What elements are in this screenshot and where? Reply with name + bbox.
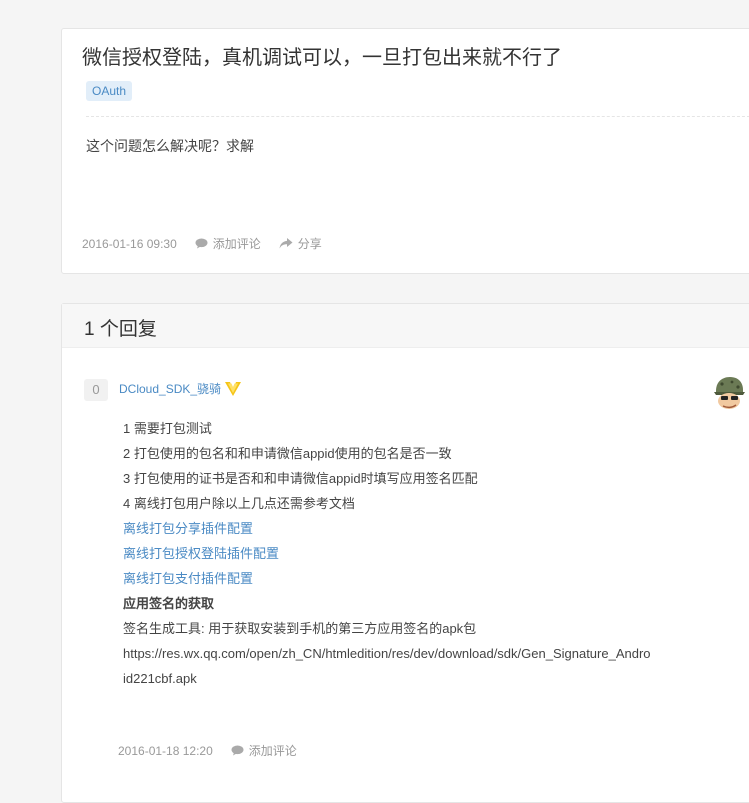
answer-add-comment-link[interactable]: 添加评论 [231, 742, 297, 759]
answer-date: 2016-01-18 12:20 [118, 743, 213, 758]
answer-line: 4 离线打包用户除以上几点还需参考文档 [123, 496, 355, 511]
signature-url: https://res.wx.qq.com/open/zh_CN/htmledi… [123, 646, 651, 686]
question-title: 微信授权登陆，真机调试可以，一旦打包出来就不行了 [82, 47, 562, 69]
signature-heading: 应用签名的获取 [123, 596, 215, 611]
signature-tool-line: 签名生成工具: 用于获取安装到手机的第三方应用签名的apk包 [123, 621, 477, 636]
vote-count[interactable]: 0 [84, 379, 108, 401]
topic-tag[interactable]: OAuth [86, 81, 133, 101]
share-link[interactable]: 分享 [279, 235, 322, 252]
share-label: 分享 [297, 237, 322, 251]
answer-line: 2 打包使用的包名和和申请微信appid使用的包名是否一致 [123, 446, 452, 461]
answer-body: 1 需要打包测试 2 打包使用的包名和和申请微信appid使用的包名是否一致 3… [123, 416, 663, 691]
divider [86, 116, 749, 117]
question-date: 2016-01-16 09:30 [82, 236, 177, 251]
answer-meta: 2016-01-18 12:20 添加评论 [118, 742, 297, 759]
answers-header: 1 个回复 [62, 304, 749, 348]
doc-link-oauth-plugin[interactable]: 离线打包授权登陆插件配置 [123, 541, 663, 566]
answers-card: 1 个回复 0 DCloud_SDK_骁骑 1 需要打包测试 2 打包使用的包名… [61, 303, 749, 803]
question-body: 这个问题怎么解决呢？求解 [86, 138, 254, 154]
add-comment-link[interactable]: 添加评论 [195, 235, 261, 252]
doc-link-share-plugin[interactable]: 离线打包分享插件配置 [123, 516, 663, 541]
avatar[interactable] [712, 376, 746, 410]
answer-add-comment-label: 添加评论 [248, 744, 297, 758]
comment-icon [231, 745, 244, 756]
answers-count: 1 个回复 [84, 319, 157, 340]
comment-icon [195, 238, 208, 249]
answer-author[interactable]: DCloud_SDK_骁骑 [119, 380, 242, 397]
add-comment-label: 添加评论 [212, 237, 261, 251]
verified-badge-icon [225, 381, 242, 396]
author-name: DCloud_SDK_骁骑 [119, 382, 222, 396]
doc-link-payment-plugin[interactable]: 离线打包支付插件配置 [123, 566, 663, 591]
answer-line: 3 打包使用的证书是否和和申请微信appid时填写应用签名匹配 [123, 471, 478, 486]
answer-line: 1 需要打包测试 [123, 421, 212, 436]
share-icon [279, 238, 293, 249]
question-meta: 2016-01-16 09:30 添加评论 分享 [82, 235, 322, 252]
question-card: 微信授权登陆，真机调试可以，一旦打包出来就不行了 OAuth 这个问题怎么解决呢… [61, 28, 749, 274]
